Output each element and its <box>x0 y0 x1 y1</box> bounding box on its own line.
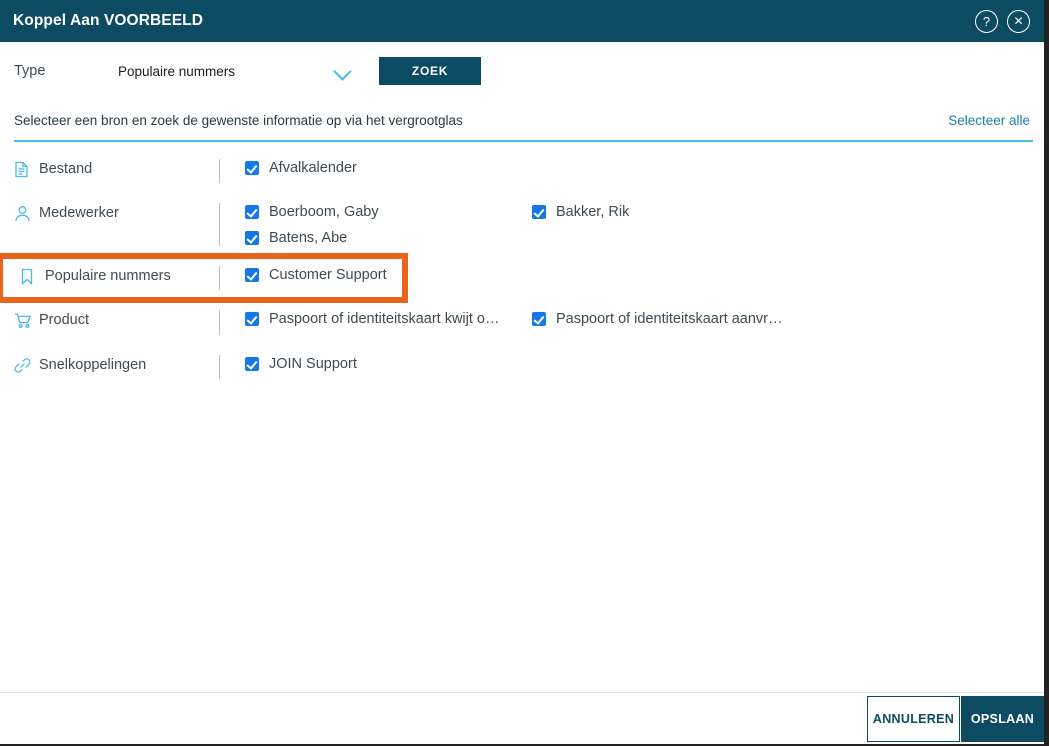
checkbox-checked-icon[interactable] <box>245 161 259 175</box>
row-label-cell: Populaire nummers <box>0 265 219 285</box>
checkbox-item[interactable]: Paspoort of identiteitskaart kwijt o… <box>245 310 532 328</box>
cancel-button[interactable]: ANNULEREN <box>867 695 960 742</box>
source-row-populaire-nummers[interactable]: Populaire nummers Customer Support <box>0 253 408 303</box>
row-items: Boerboom, Gaby Bakker, Rik Batens, Abe <box>220 202 1044 247</box>
checkbox-checked-icon[interactable] <box>245 231 259 245</box>
source-row-snelkoppelingen[interactable]: Snelkoppelingen JOIN Support <box>0 345 1044 389</box>
dialog-footer: ANNULEREN OPSLAAN <box>0 692 1044 744</box>
person-icon <box>14 204 35 222</box>
row-label-cell: Bestand <box>0 158 219 178</box>
row-items: Paspoort of identiteitskaart kwijt o… Pas… <box>220 309 1044 336</box>
type-dropdown[interactable]: Populaire nummers <box>118 61 353 81</box>
source-row-bestand[interactable]: Bestand Afvalkalender <box>0 149 1044 193</box>
checkbox-item[interactable]: JOIN Support <box>245 355 532 373</box>
checkbox-label: Paspoort of identiteitskaart kwijt o… <box>269 311 500 327</box>
checkbox-label: Customer Support <box>269 267 387 283</box>
checkbox-item[interactable]: Afvalkalender <box>245 159 532 177</box>
checkbox-checked-icon[interactable] <box>245 357 259 371</box>
checkbox-item[interactable]: Bakker, Rik <box>532 203 819 221</box>
titlebar-actions: ? ✕ <box>975 9 1030 33</box>
shopping-cart-icon <box>14 311 35 329</box>
instruction-bar: Selecteer een bron en zoek de gewenste i… <box>0 113 1044 143</box>
source-row-product[interactable]: Product Paspoort of identiteitskaart kwij… <box>0 300 1044 345</box>
checkbox-label: Boerboom, Gaby <box>269 204 379 220</box>
document-icon <box>14 160 35 178</box>
checkbox-checked-icon[interactable] <box>532 312 546 326</box>
row-label: Product <box>39 312 89 328</box>
checkbox-item[interactable]: Boerboom, Gaby <box>245 203 532 221</box>
checkbox-item[interactable]: Batens, Abe <box>245 229 532 247</box>
instruction-divider <box>14 140 1033 142</box>
dialog-title: Koppel Aan VOORBEELD <box>13 12 204 29</box>
search-button[interactable]: ZOEK <box>379 57 481 85</box>
row-label: Medewerker <box>39 205 119 221</box>
row-items: JOIN Support <box>220 354 1044 373</box>
checkbox-label: JOIN Support <box>269 356 357 372</box>
row-label-cell: Snelkoppelingen <box>0 354 219 374</box>
link-icon <box>14 356 35 374</box>
save-button[interactable]: OPSLAAN <box>961 695 1044 742</box>
checkbox-item[interactable]: Paspoort of identiteitskaart aanvr… <box>532 310 819 336</box>
select-all-link[interactable]: Selecteer alle <box>948 113 1030 128</box>
instruction-text: Selecteer een bron en zoek de gewenste i… <box>14 113 463 128</box>
row-label: Snelkoppelingen <box>39 357 147 373</box>
type-search-row: Type Populaire nummers ZOEK <box>0 42 1044 100</box>
checkbox-label: Afvalkalender <box>269 160 357 176</box>
link-dialog-window: Koppel Aan VOORBEELD ? ✕ Type Populaire … <box>0 0 1049 746</box>
checkbox-checked-icon[interactable] <box>532 205 546 219</box>
close-icon[interactable]: ✕ <box>1007 9 1030 33</box>
checkbox-label: Bakker, Rik <box>556 204 630 220</box>
checkbox-checked-icon[interactable] <box>245 268 259 282</box>
checkbox-label: Paspoort of identiteitskaart aanvr… <box>556 311 783 327</box>
type-label: Type <box>14 63 46 79</box>
bookmark-icon <box>20 267 41 285</box>
help-icon[interactable]: ? <box>975 9 998 33</box>
checkbox-label: Batens, Abe <box>269 230 348 246</box>
row-label: Bestand <box>39 161 93 177</box>
row-items: Afvalkalender <box>220 158 1044 177</box>
dialog-titlebar: Koppel Aan VOORBEELD ? ✕ <box>0 0 1044 42</box>
row-label-cell: Medewerker <box>0 202 219 222</box>
type-selected-value: Populaire nummers <box>118 63 236 79</box>
source-rows-list: Bestand Afvalkalender Medewerker Boerboom, … <box>0 149 1044 389</box>
checkbox-item[interactable]: Customer Support <box>245 266 532 284</box>
checkbox-checked-icon[interactable] <box>245 312 259 326</box>
row-label-cell: Product <box>0 309 219 329</box>
chevron-down-icon <box>333 61 353 81</box>
source-row-medewerker[interactable]: Medewerker Boerboom, Gaby Bakker, Rik Baten… <box>0 193 1044 256</box>
checkbox-checked-icon[interactable] <box>245 205 259 219</box>
row-label: Populaire nummers <box>45 268 171 284</box>
row-items: Customer Support <box>220 265 532 284</box>
